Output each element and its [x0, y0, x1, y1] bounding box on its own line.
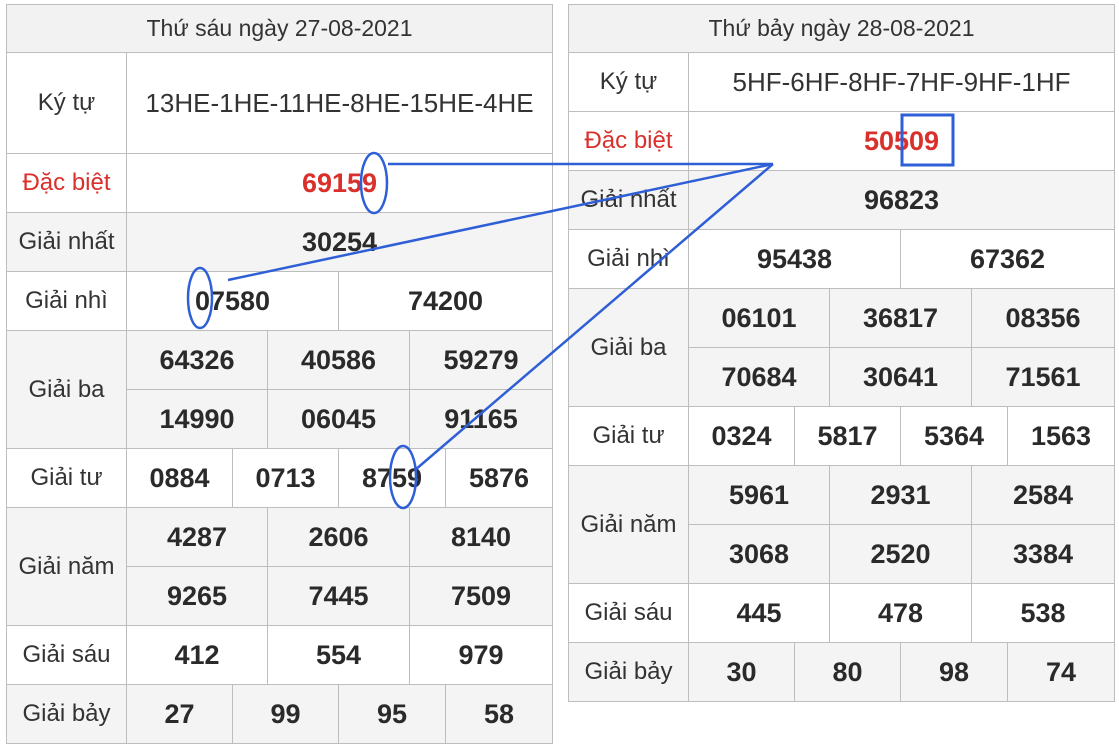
second-prize-label: Giải nhì: [568, 229, 689, 289]
first-prize-value: 30254: [125, 212, 554, 272]
fifth-prize-value: 4287: [126, 507, 268, 567]
special-prize-value: 50509: [687, 111, 1116, 171]
special-prize-value: 69159: [125, 153, 554, 213]
sixth-prize-value: 445: [688, 583, 830, 643]
code-label: Ký tự: [568, 52, 689, 112]
fifth-prize-value: 3384: [970, 524, 1116, 584]
third-prize-value: 30641: [829, 347, 972, 407]
seventh-prize-value: 58: [444, 684, 554, 744]
seventh-prize-value: 30: [688, 642, 795, 702]
sixth-prize-value: 538: [970, 583, 1116, 643]
third-prize-label: Giải ba: [568, 288, 689, 407]
second-prize-label: Giải nhì: [6, 271, 127, 331]
fifth-prize-value: 2520: [829, 524, 972, 584]
special-prize-label: Đặc biệt: [568, 111, 689, 171]
fifth-prize-value: 9265: [126, 566, 268, 626]
second-prize-value: 74200: [337, 271, 554, 331]
sixth-prize-value: 412: [126, 625, 268, 685]
results-table-right: Thứ bảy ngày 28-08-2021 Ký tự 5HF-6HF-8H…: [567, 4, 1116, 702]
fourth-prize-value: 5817: [794, 406, 901, 466]
third-prize-value: 14990: [126, 389, 268, 449]
first-prize-label: Giải nhất: [568, 170, 689, 230]
third-prize-value: 64326: [126, 330, 268, 390]
seventh-prize-value: 98: [900, 642, 1008, 702]
fifth-prize-value: 8140: [408, 507, 554, 567]
fourth-prize-value: 5876: [444, 448, 554, 508]
sixth-prize-label: Giải sáu: [568, 583, 689, 643]
fourth-prize-value: 0324: [688, 406, 795, 466]
fifth-prize-value: 7445: [267, 566, 410, 626]
second-prize-value: 67362: [899, 229, 1116, 289]
seventh-prize-value: 74: [1006, 642, 1116, 702]
seventh-prize-label: Giải bảy: [568, 642, 689, 702]
third-prize-value: 40586: [267, 330, 410, 390]
fourth-prize-label: Giải tư: [6, 448, 127, 508]
seventh-prize-label: Giải bảy: [6, 684, 127, 744]
seventh-prize-value: 95: [338, 684, 446, 744]
code-value: 13HE-1HE-11HE-8HE-15HE-4HE: [125, 52, 554, 154]
fifth-prize-label: Giải năm: [6, 507, 127, 626]
fifth-prize-value: 2584: [970, 465, 1116, 525]
third-prize-value: 71561: [970, 347, 1116, 407]
fifth-prize-label: Giải năm: [568, 465, 689, 584]
third-prize-value: 59279: [408, 330, 554, 390]
code-label: Ký tự: [6, 52, 127, 154]
fourth-prize-value: 1563: [1006, 406, 1116, 466]
third-prize-label: Giải ba: [6, 330, 127, 449]
fourth-prize-value: 0884: [126, 448, 233, 508]
code-value: 5HF-6HF-8HF-7HF-9HF-1HF: [687, 52, 1116, 112]
fourth-prize-value: 0713: [232, 448, 339, 508]
seventh-prize-value: 27: [126, 684, 233, 744]
fourth-prize-label: Giải tư: [568, 406, 689, 466]
fifth-prize-value: 2931: [829, 465, 972, 525]
fourth-prize-value: 8759: [338, 448, 446, 508]
date-header: Thứ sáu ngày 27-08-2021: [5, 4, 554, 53]
fifth-prize-value: 2606: [267, 507, 410, 567]
third-prize-value: 08356: [970, 288, 1116, 348]
date-header: Thứ bảy ngày 28-08-2021: [567, 4, 1116, 53]
sixth-prize-value: 554: [267, 625, 410, 685]
first-prize-value: 96823: [687, 170, 1116, 230]
fifth-prize-value: 3068: [688, 524, 830, 584]
third-prize-value: 06045: [267, 389, 410, 449]
sixth-prize-label: Giải sáu: [6, 625, 127, 685]
second-prize-value: 07580: [126, 271, 339, 331]
fifth-prize-value: 7509: [408, 566, 554, 626]
third-prize-value: 70684: [688, 347, 830, 407]
third-prize-value: 91165: [408, 389, 554, 449]
third-prize-value: 36817: [829, 288, 972, 348]
sixth-prize-value: 979: [408, 625, 554, 685]
seventh-prize-value: 99: [232, 684, 339, 744]
results-table-left: Thứ sáu ngày 27-08-2021 Ký tự 13HE-1HE-1…: [5, 4, 554, 744]
seventh-prize-value: 80: [794, 642, 901, 702]
special-prize-label: Đặc biệt: [6, 153, 127, 213]
first-prize-label: Giải nhất: [6, 212, 127, 272]
second-prize-value: 95438: [688, 229, 901, 289]
fifth-prize-value: 5961: [688, 465, 830, 525]
fourth-prize-value: 5364: [900, 406, 1008, 466]
sixth-prize-value: 478: [829, 583, 972, 643]
third-prize-value: 06101: [688, 288, 830, 348]
